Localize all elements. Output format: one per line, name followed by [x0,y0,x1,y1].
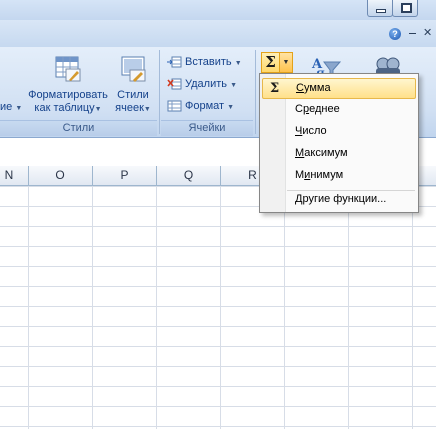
insert-cells-button[interactable]: Вставить ▼ [167,53,242,71]
dropdown-arrow-icon: ▼ [15,105,23,112]
group-divider [255,50,256,134]
menu-item-count[interactable]: Число [262,121,414,142]
gridline [348,186,349,429]
column-header[interactable]: O [28,166,93,185]
autosum-dropdown-arrow[interactable]: ▼ [279,52,293,73]
close-icon[interactable]: ✕ [423,27,432,39]
column-header[interactable]: Q [157,166,221,185]
menu-item-label: Другие функции... [295,193,387,205]
autosum-button[interactable]: Σ [261,52,280,73]
menu-item-more-functions[interactable]: Другие функции... [262,189,414,210]
menu-item-label: Число [295,125,327,137]
minimize-button[interactable] [367,0,393,17]
menu-item-label: Среднее [295,103,340,115]
autosum-menu: Σ Сумма Среднее Число Максимум Минимум Д… [259,73,419,213]
cell-styles-icon [118,54,148,82]
dropdown-arrow-icon: ▼ [230,82,237,89]
dropdown-arrow-icon: ▼ [143,106,151,113]
restore-button[interactable] [392,0,418,17]
gridline [284,186,285,429]
format-table-line1: Форматировать [28,89,108,101]
dropdown-arrow-icon: ▼ [227,104,235,111]
menu-item-label: Минимум [295,169,344,181]
cell-styles-line2: ячеек [115,102,144,114]
restore-icon [401,3,412,13]
menu-item-sum[interactable]: Σ Сумма [262,78,416,99]
title-bar [0,0,436,20]
format-table-line2: как таблицу [34,102,95,114]
worksheet-grid[interactable] [0,186,436,429]
help-icon[interactable]: ? [389,28,401,40]
gridline [220,186,221,429]
format-cells-label: Формат [185,100,225,112]
cell-styles-button[interactable]: Стили ячеек▼ [110,54,156,116]
menu-item-min[interactable]: Минимум [262,165,414,186]
format-cells-icon [167,100,182,112]
ribbon-tab-row [0,20,436,47]
table-format-icon [53,54,83,82]
dropdown-arrow-icon: ▼ [94,106,102,113]
delete-cells-button[interactable]: Удалить ▼ [167,75,237,93]
menu-item-max[interactable]: Максимум [262,143,414,164]
delete-cells-label: Удалить [185,78,227,90]
format-cells-button[interactable]: Формат ▼ [167,97,234,115]
format-as-table-button[interactable]: Форматировать как таблицу▼ [26,54,110,116]
cells-group-label: Ячейки [161,120,253,136]
styles-group-label: Стили [0,120,157,136]
menu-item-label: Максимум [295,147,348,159]
menu-item-average[interactable]: Среднее [262,99,414,120]
window-minimize-icon[interactable] [409,33,416,34]
column-header[interactable]: N [0,166,29,185]
gridline [412,186,413,429]
sigma-icon: Σ [270,81,280,96]
column-header[interactable]: P [93,166,157,185]
dropdown-arrow-icon: ▼ [234,60,242,67]
menu-item-label: Сумма [296,82,331,94]
gridline [28,186,29,429]
gridline [156,186,157,429]
conditional-formatting-label: ие [0,101,13,113]
minimize-icon [376,9,386,13]
cell-styles-line1: Стили [117,89,149,101]
gridline [92,186,93,429]
conditional-formatting-button[interactable]: ие ▼ [0,101,22,115]
insert-cells-icon [167,56,182,68]
delete-cells-icon [167,78,182,90]
group-divider [159,50,160,134]
insert-cells-label: Вставить [185,56,232,68]
